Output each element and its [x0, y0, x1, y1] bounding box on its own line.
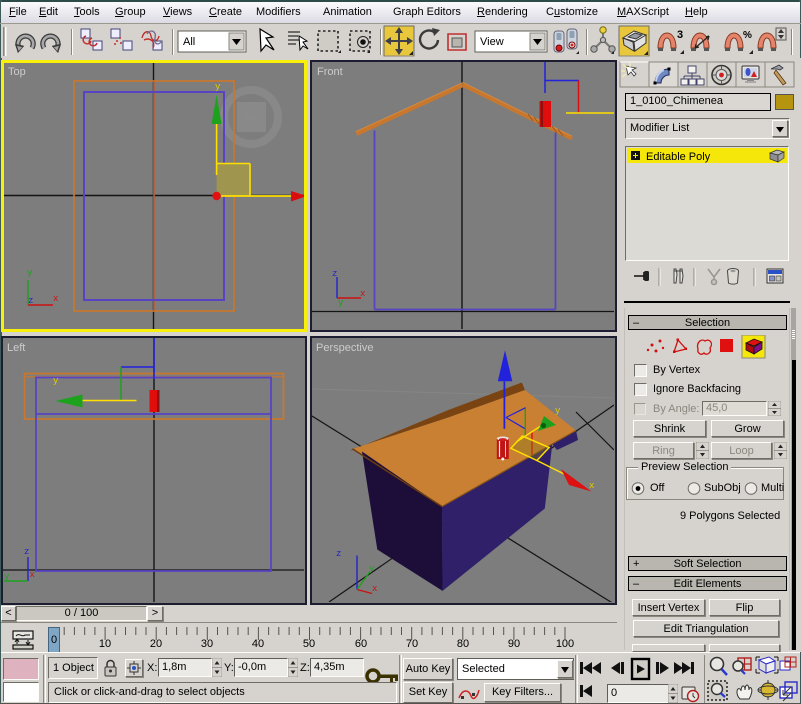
svg-text:x: x — [53, 294, 58, 304]
svg-text:Top: Top — [8, 66, 26, 78]
svg-text:y: y — [4, 572, 10, 582]
svg-text:Left: Left — [7, 342, 25, 354]
svg-text:All: All — [183, 36, 195, 48]
svg-text:x: x — [30, 570, 35, 580]
svg-text:View: View — [480, 36, 504, 48]
svg-text:Editable Poly: Editable Poly — [646, 151, 711, 163]
svg-text:y: y — [338, 298, 344, 308]
svg-text:TOP: TOP — [245, 115, 260, 122]
svg-text:z: z — [336, 549, 341, 559]
svg-text:x: x — [372, 584, 377, 594]
svg-text:Front: Front — [317, 66, 343, 78]
svg-text:%: % — [743, 30, 752, 41]
svg-text:y: y — [555, 406, 561, 416]
svg-text:z: z — [24, 547, 29, 557]
svg-text:x: x — [360, 289, 365, 299]
svg-text:y: y — [27, 268, 33, 278]
svg-text:y: y — [53, 376, 59, 386]
svg-text:z: z — [332, 269, 337, 279]
svg-text:Perspective: Perspective — [316, 342, 373, 354]
svg-text:3: 3 — [677, 29, 683, 41]
svg-text:z: z — [28, 296, 33, 306]
svg-text:y: y — [215, 82, 221, 92]
svg-text:x: x — [589, 481, 594, 491]
svg-text:y: y — [369, 564, 375, 574]
